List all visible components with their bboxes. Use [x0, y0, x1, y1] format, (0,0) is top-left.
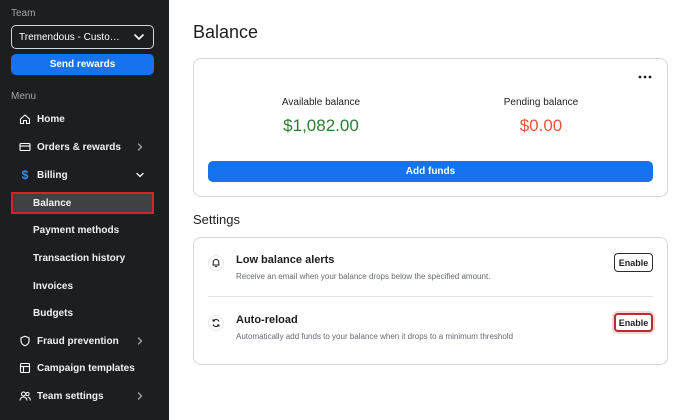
- bell-icon: [208, 255, 224, 271]
- setting-description: Receive an email when your balance drops…: [236, 272, 491, 281]
- shield-icon: [19, 335, 31, 347]
- pending-balance-label: Pending balance: [503, 97, 579, 108]
- sidebar-subitem-invoices[interactable]: Invoices: [11, 275, 154, 297]
- page-title: Balance: [193, 22, 259, 42]
- sidebar-subitem-label: Budgets: [33, 307, 73, 319]
- settings-heading: Settings: [193, 212, 240, 227]
- send-rewards-button[interactable]: Send rewards: [11, 54, 154, 75]
- card-icon: [19, 141, 31, 153]
- main-content: Balance Available balance $1,082.00 Pend…: [169, 0, 688, 420]
- sidebar-subitem-transaction-history[interactable]: Transaction history: [11, 247, 154, 269]
- sidebar-item-label: Team settings: [37, 390, 104, 402]
- menu-label: Menu: [11, 91, 37, 102]
- refresh-icon: [208, 315, 224, 331]
- setting-title: Auto-reload: [236, 314, 298, 326]
- sidebar-item-orders-rewards[interactable]: Orders & rewards: [11, 136, 154, 158]
- sidebar-subitem-label: Transaction history: [33, 252, 126, 264]
- setting-title: Low balance alerts: [236, 254, 335, 266]
- add-funds-button[interactable]: Add funds: [208, 161, 653, 182]
- setting-description: Automatically add funds to your balance …: [236, 332, 514, 341]
- chevron-down-icon: [134, 34, 144, 41]
- more-options-icon[interactable]: [638, 74, 652, 80]
- home-icon: [19, 113, 31, 125]
- sidebar-item-team-settings[interactable]: Team settings: [11, 385, 154, 407]
- setting-row-low-balance: Low balance alerts Receive an email when…: [208, 252, 653, 292]
- sidebar-item-label: Orders & rewards: [37, 141, 121, 153]
- divider: [208, 296, 653, 297]
- pending-balance-value: $0.00: [519, 116, 563, 135]
- settings-card: Low balance alerts Receive an email when…: [193, 237, 668, 365]
- balance-card: Available balance $1,082.00 Pending bala…: [193, 58, 668, 197]
- chevron-right-icon: [137, 337, 143, 345]
- sidebar-item-label: Home: [37, 113, 65, 125]
- setting-row-auto-reload: Auto-reload Automatically add funds to y…: [208, 312, 653, 352]
- team-select[interactable]: Tremendous - Customer S...: [11, 25, 154, 49]
- dollar-icon: $: [21, 168, 29, 182]
- sidebar-subitem-label: Invoices: [33, 280, 74, 292]
- sidebar: Team Tremendous - Customer S... Send rew…: [0, 0, 169, 420]
- sidebar-subitem-payment-methods[interactable]: Payment methods: [11, 219, 154, 241]
- sidebar-item-campaign-templates[interactable]: Campaign templates: [11, 357, 154, 379]
- chevron-right-icon: [137, 392, 143, 400]
- available-balance-value: $1,082.00: [283, 116, 359, 135]
- chevron-right-icon: [137, 143, 143, 151]
- sidebar-subitem-label: Payment methods: [33, 224, 120, 236]
- sidebar-item-fraud-prevention[interactable]: Fraud prevention: [11, 330, 154, 352]
- sidebar-subitem-budgets[interactable]: Budgets: [11, 302, 154, 324]
- low-balance-enable-button[interactable]: Enable: [614, 253, 653, 272]
- sidebar-subitem-balance[interactable]: Balance: [11, 192, 154, 214]
- sidebar-item-home[interactable]: Home: [11, 108, 154, 130]
- auto-reload-enable-button[interactable]: Enable: [614, 313, 653, 332]
- sidebar-item-label: Billing: [37, 169, 68, 181]
- sidebar-item-label: Fraud prevention: [37, 335, 119, 347]
- available-balance-label: Available balance: [281, 97, 361, 108]
- sidebar-item-label: Campaign templates: [37, 362, 135, 374]
- chevron-down-icon: [136, 172, 144, 178]
- team-label: Team: [11, 8, 36, 19]
- team-select-value: Tremendous - Customer S...: [19, 31, 128, 43]
- users-icon: [19, 390, 31, 402]
- sidebar-subitem-label: Balance: [33, 197, 72, 209]
- template-icon: [19, 362, 31, 374]
- sidebar-item-billing[interactable]: $ Billing: [11, 164, 154, 186]
